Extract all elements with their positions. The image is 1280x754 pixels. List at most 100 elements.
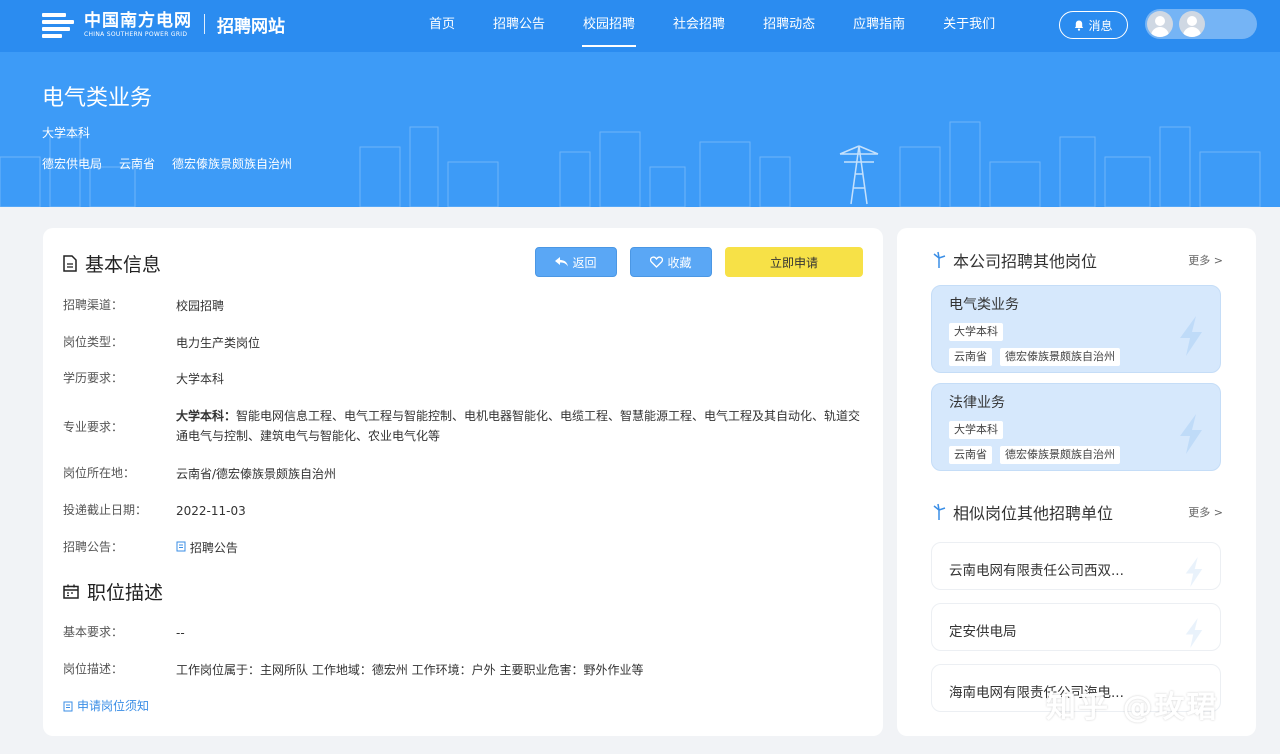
info-value: 电力生产类岗位 [176, 336, 261, 350]
info-row-deadline: 投递截止日期： 2022-11-03 [63, 501, 866, 521]
lightning-icon [1185, 557, 1203, 587]
job-education: 大学本科 [42, 126, 91, 140]
back-button[interactable]: 返回 [535, 247, 617, 277]
user-menu[interactable] [1145, 9, 1257, 39]
desc-row-requirements: 基本要求： -- [63, 623, 866, 643]
position-card[interactable]: 法律业务 大学本科 云南省 德宏傣族景颇族自治州 [931, 383, 1221, 471]
avatar-secondary [1179, 11, 1205, 37]
info-row-education: 学历要求： 大学本科 [63, 369, 866, 389]
job-detail-panel: 基本信息 返回 收藏 立即申请 招聘渠道： 校园招聘 岗位类型： 电力生产类岗位… [43, 228, 883, 736]
info-key: 岗位所在地： [63, 466, 136, 480]
info-value: 云南省/德宏傣族景颇族自治州 [176, 467, 337, 481]
nav-social-recruitment[interactable]: 社会招聘 [660, 0, 738, 52]
desc-key: 岗位描述： [63, 662, 124, 676]
heart-icon [650, 256, 664, 268]
info-value: 2022-11-03 [176, 504, 246, 518]
lightning-icon [1185, 618, 1203, 648]
job-location-province: 云南省 [119, 157, 156, 171]
logo-mark-icon [42, 10, 78, 38]
position-card-region-tag: 德宏傣族景颇族自治州 [1000, 446, 1120, 464]
other-positions-more-link[interactable]: 更多 > [1188, 252, 1223, 268]
nav-recruitment-news[interactable]: 招聘动态 [750, 0, 828, 52]
job-locations: 德宏供电局 云南省 德宏傣族景颇族自治州 [42, 155, 292, 172]
lightning-icon [1180, 316, 1202, 356]
info-key: 岗位类型： [63, 335, 124, 349]
logo-text: 中国南方电网 [84, 10, 192, 31]
info-key: 招聘公告： [63, 540, 124, 554]
logo-divider [204, 14, 205, 34]
wind-turbine-icon [933, 251, 946, 268]
back-arrow-icon [555, 257, 569, 267]
position-card[interactable]: 电气类业务 大学本科 云南省 德宏傣族景颇族自治州 [931, 285, 1221, 373]
nav-announcements[interactable]: 招聘公告 [480, 0, 558, 52]
unit-card[interactable]: 定安供电局 [931, 603, 1221, 651]
job-desc-title: 职位描述 [87, 582, 164, 604]
job-location-unit: 德宏供电局 [42, 157, 103, 171]
site-name: 招聘网站 [217, 16, 285, 37]
logo-text-en: CHINA SOUTHERN POWER GRID [84, 30, 188, 38]
other-positions-header: 本公司招聘其他岗位 更多 > [931, 248, 1223, 272]
nav-application-guide[interactable]: 应聘指南 [840, 0, 918, 52]
info-value-prefix: 大学本科： [176, 409, 237, 423]
info-row-major: 专业要求： 大学本科：智能电网信息工程、电气工程与智能控制、电机电器智能化、电缆… [63, 406, 866, 446]
desc-row-description: 岗位描述： 工作岗位属于：主网所队 工作地域：德宏州 工作环境：户外 主要职业危… [63, 660, 866, 680]
similar-units-title: 相似岗位其他招聘单位 [953, 504, 1114, 523]
favorite-button[interactable]: 收藏 [630, 247, 712, 277]
doc-link-icon [176, 541, 186, 552]
doc-link-icon [63, 701, 73, 712]
top-nav: 中国南方电网 CHINA SOUTHERN POWER GRID 招聘网站 首页… [0, 0, 1280, 52]
similar-units-more-link[interactable]: 更多 > [1188, 504, 1223, 520]
logo[interactable]: 中国南方电网 CHINA SOUTHERN POWER GRID 招聘网站 [42, 10, 285, 38]
desc-value: -- [176, 626, 185, 640]
message-label: 消息 [1088, 18, 1113, 33]
nav-about-us[interactable]: 关于我们 [930, 0, 1008, 52]
basic-info-title: 基本信息 [85, 254, 162, 276]
info-value: 校园招聘 [176, 299, 225, 313]
info-value: 大学本科：智能电网信息工程、电气工程与智能控制、电机电器智能化、电缆工程、智慧能… [176, 406, 866, 446]
announcement-link-label: 招聘公告 [189, 541, 238, 555]
position-card-edu-tag: 大学本科 [949, 323, 1003, 341]
apply-button[interactable]: 立即申请 [725, 247, 863, 277]
document-icon [63, 255, 77, 272]
similar-units-header: 相似岗位其他招聘单位 更多 > [931, 500, 1223, 524]
lightning-icon [1180, 414, 1202, 454]
position-card-title: 电气类业务 [949, 297, 1019, 313]
side-panel: 本公司招聘其他岗位 更多 > 电气类业务 大学本科 云南省 德宏傣族景颇族自治州… [897, 228, 1256, 736]
main-menu: 首页 招聘公告 校园招聘 社会招聘 招聘动态 应聘指南 关于我们 [416, 0, 1020, 52]
position-card-province-tag: 云南省 [949, 446, 992, 464]
announcement-link[interactable]: 招聘公告 [176, 538, 866, 558]
bell-icon [1075, 20, 1084, 31]
unit-card-name: 云南电网有限责任公司西双... [949, 563, 1124, 579]
info-row-location: 岗位所在地： 云南省/德宏傣族景颇族自治州 [63, 464, 866, 484]
wind-turbine-icon [933, 503, 946, 520]
info-value: 大学本科 [176, 372, 225, 386]
unit-card-name: 定安供电局 [949, 624, 1017, 640]
position-card-province-tag: 云南省 [949, 348, 992, 366]
avatar [1147, 11, 1173, 37]
desc-key: 基本要求： [63, 625, 124, 639]
info-key: 招聘渠道： [63, 298, 124, 312]
application-notice-link[interactable]: 申请岗位须知 [63, 697, 149, 714]
position-card-edu-tag: 大学本科 [949, 421, 1003, 439]
job-desc-header: 职位描述 [63, 578, 163, 605]
nav-home[interactable]: 首页 [416, 0, 468, 52]
message-button[interactable]: 消息 [1059, 11, 1128, 39]
watermark: 知乎 @玫珺 [1046, 690, 1219, 725]
info-row-announcement: 招聘公告： 招聘公告 [63, 538, 866, 558]
info-row-channel: 招聘渠道： 校园招聘 [63, 296, 866, 316]
unit-card[interactable]: 云南电网有限责任公司西双... [931, 542, 1221, 590]
power-tower-illustration [839, 145, 879, 205]
desc-value: 工作岗位属于：主网所队 工作地域：德宏州 工作环境：户外 主要职业危害：野外作业… [176, 663, 644, 677]
info-key: 学历要求： [63, 371, 124, 385]
job-title: 电气类业务 [42, 86, 153, 111]
basic-info-header: 基本信息 [63, 250, 161, 277]
info-row-type: 岗位类型： 电力生产类岗位 [63, 333, 866, 353]
info-key: 专业要求： [63, 419, 124, 434]
other-positions-title: 本公司招聘其他岗位 [953, 252, 1098, 271]
application-notice-label: 申请岗位须知 [77, 699, 150, 713]
nav-campus-recruitment[interactable]: 校园招聘 [570, 0, 648, 52]
info-value-majors: 智能电网信息工程、电气工程与智能控制、电机电器智能化、电缆工程、智慧能源工程、电… [176, 409, 861, 443]
position-card-region-tag: 德宏傣族景颇族自治州 [1000, 348, 1120, 366]
info-key: 投递截止日期： [63, 503, 148, 517]
job-location-region: 德宏傣族景颇族自治州 [172, 157, 293, 171]
